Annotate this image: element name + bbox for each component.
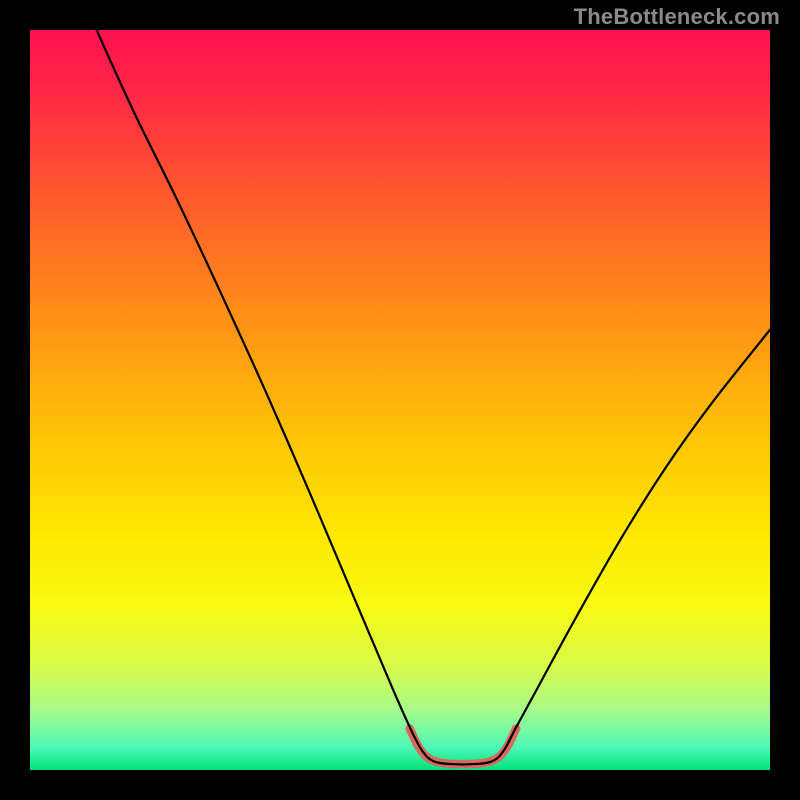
chart-frame: TheBottleneck.com [0,0,800,800]
gradient-background [30,30,770,770]
watermark-label: TheBottleneck.com [574,4,780,30]
plot-area [30,30,770,770]
bottleneck-chart [30,30,770,770]
